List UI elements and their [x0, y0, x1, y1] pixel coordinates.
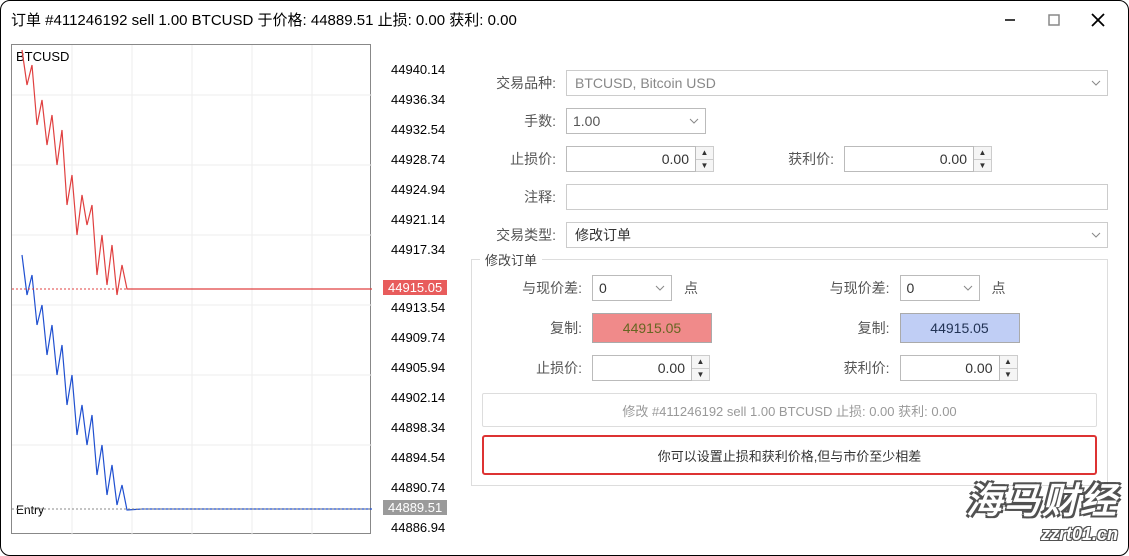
type-select[interactable]: 修改订单 — [566, 222, 1108, 248]
modify-sl-spinner[interactable]: ▲▼ — [692, 355, 710, 381]
diff-select-right[interactable]: 0 — [900, 275, 980, 301]
minimize-button[interactable] — [1000, 10, 1020, 30]
down-arrow-icon: ▼ — [1000, 369, 1017, 381]
modify-sl-input[interactable]: 0.00 — [592, 355, 692, 381]
y-axis: 44940.14 44936.34 44932.54 44928.74 4492… — [373, 44, 451, 534]
ask-price-marker: 44915.05 — [383, 280, 447, 295]
sl-spinner[interactable]: ▲▼ — [696, 146, 714, 172]
points-label: 点 — [992, 278, 1006, 298]
sl-label: 止损价: — [471, 149, 566, 169]
chevron-down-icon — [655, 280, 665, 296]
copy-label-left: 复制: — [482, 318, 582, 338]
tp-label: 获利价: — [774, 149, 834, 169]
lots-input[interactable]: 1.00 — [566, 108, 706, 134]
diff-select-left[interactable]: 0 — [592, 275, 672, 301]
modify-tp-input[interactable]: 0.00 — [900, 355, 1000, 381]
comment-label: 注释: — [471, 187, 566, 207]
up-arrow-icon: ▲ — [696, 147, 713, 160]
hint-message: 你可以设置止损和获利价格,但与市价至少相差 — [482, 435, 1097, 475]
down-arrow-icon: ▼ — [696, 160, 713, 172]
type-label: 交易类型: — [471, 225, 566, 245]
copy-label-right: 复制: — [790, 318, 890, 338]
up-arrow-icon: ▲ — [974, 147, 991, 160]
points-label: 点 — [684, 278, 698, 298]
modify-title: 修改订单 — [480, 250, 542, 269]
tp-input[interactable]: 0.00 — [844, 146, 974, 172]
modify-sl-label: 止损价: — [482, 358, 582, 378]
diff-label-right: 与现价差: — [790, 278, 890, 298]
symbol-select[interactable]: BTCUSD, Bitcoin USD — [566, 70, 1108, 96]
chart-panel: BTCUSD Entry 44940.14 44936.34 4 — [11, 44, 451, 545]
lots-label: 手数: — [471, 111, 566, 131]
window-title: 订单 #411246192 sell 1.00 BTCUSD 于价格: 4488… — [11, 9, 1000, 30]
diff-label-left: 与现价差: — [482, 278, 582, 298]
up-arrow-icon: ▲ — [692, 356, 709, 369]
down-arrow-icon: ▼ — [692, 369, 709, 381]
chevron-down-icon — [963, 280, 973, 296]
chevron-down-icon — [1091, 75, 1101, 91]
price-chart[interactable]: BTCUSD Entry — [11, 44, 371, 534]
chevron-down-icon — [1091, 227, 1101, 243]
symbol-label: 交易品种: — [471, 73, 566, 93]
up-arrow-icon: ▲ — [1000, 356, 1017, 369]
entry-price-marker: 44889.51 — [383, 500, 447, 515]
chevron-down-icon — [689, 113, 699, 129]
modify-tp-label: 获利价: — [790, 358, 890, 378]
copy-ask-button[interactable]: 44915.05 — [592, 313, 712, 343]
down-arrow-icon: ▼ — [974, 160, 991, 172]
modify-tp-spinner[interactable]: ▲▼ — [1000, 355, 1018, 381]
modify-action-button[interactable]: 修改 #411246192 sell 1.00 BTCUSD 止损: 0.00 … — [482, 393, 1097, 427]
copy-bid-button[interactable]: 44915.05 — [900, 313, 1020, 343]
comment-input[interactable] — [566, 184, 1108, 210]
tp-spinner[interactable]: ▲▼ — [974, 146, 992, 172]
maximize-button[interactable] — [1044, 10, 1064, 30]
close-button[interactable] — [1088, 10, 1108, 30]
sl-input[interactable]: 0.00 — [566, 146, 696, 172]
modify-order-fieldset: 修改订单 与现价差: 0 点 与现价差: 0 点 — [471, 259, 1108, 486]
